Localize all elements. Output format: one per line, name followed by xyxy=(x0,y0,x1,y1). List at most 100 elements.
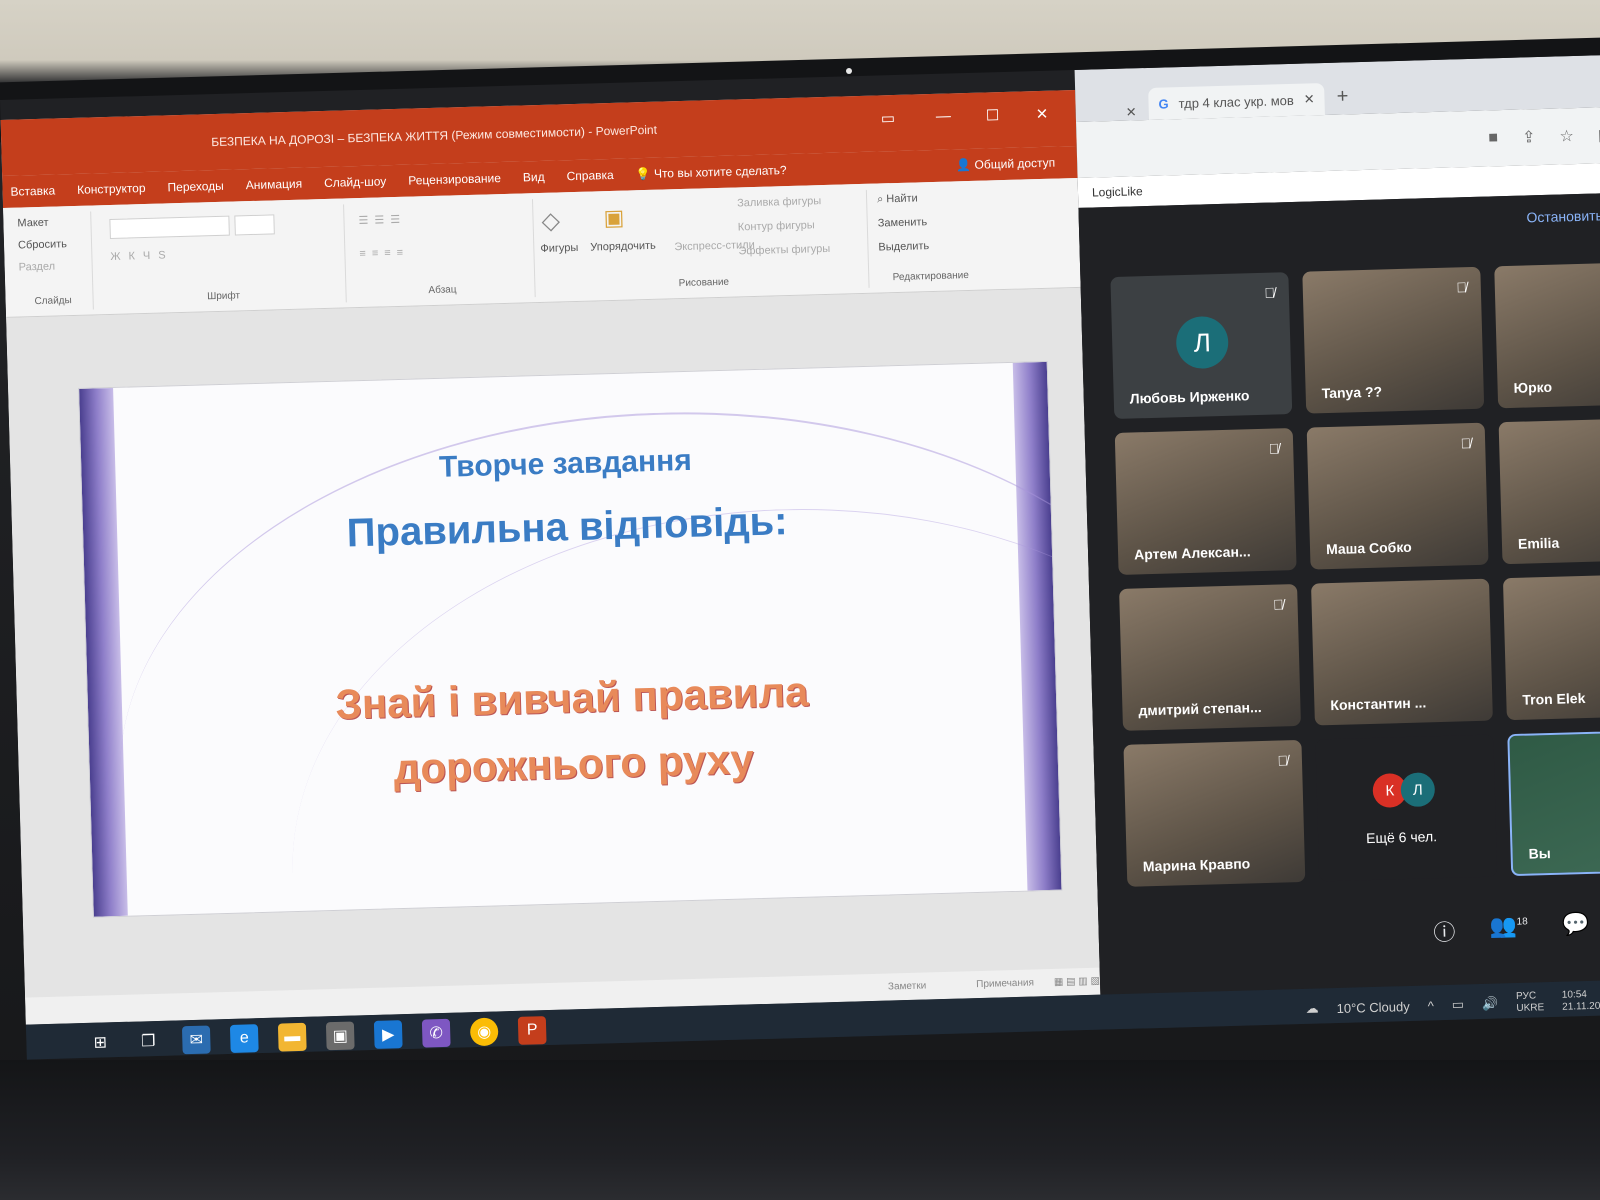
mic-off-icon: 🎙̸ xyxy=(1272,596,1284,613)
network-icon[interactable]: ▭ xyxy=(1452,996,1465,1012)
task-view-icon[interactable]: ❐ xyxy=(134,1027,163,1056)
mic-off-icon: 🎙̸ xyxy=(1264,284,1276,301)
explorer-icon[interactable]: ▬ xyxy=(277,1022,307,1052)
drawing-group: ◇ Фигуры ▣ Упорядочить Экспресс-стили За… xyxy=(536,189,870,298)
windows-start-icon[interactable]: ⊞ xyxy=(86,1028,115,1057)
align-icon[interactable]: ≡≡≡≡ xyxy=(359,247,409,260)
font-size-box[interactable] xyxy=(234,214,275,236)
participant-tile[interactable]: 🎙̸ Артем Алексан... xyxy=(1114,428,1297,575)
clock[interactable]: 10:54 21.11.202 xyxy=(1562,989,1600,1014)
bookmark-logiclike[interactable]: LogicLike xyxy=(1092,184,1143,199)
self-tile[interactable]: Вы xyxy=(1507,729,1600,877)
participant-tile[interactable]: 🎙̸ Tanya ?? xyxy=(1302,266,1485,414)
participant-tile[interactable]: Юрко xyxy=(1494,261,1600,409)
star-icon[interactable]: ☆ xyxy=(1559,126,1574,146)
new-tab-button[interactable]: + xyxy=(1336,85,1348,114)
weather-text[interactable]: 10°C Cloudy xyxy=(1336,998,1410,1015)
close-icon[interactable]: ✕ xyxy=(1036,105,1049,123)
tab-review[interactable]: Рецензирование xyxy=(408,171,501,188)
participant-tile[interactable]: 🎙̸ дмитрий степан... xyxy=(1119,583,1301,731)
camera-icon[interactable]: ■ xyxy=(1488,129,1498,147)
app-icon[interactable]: ▶ xyxy=(373,1020,403,1049)
current-slide[interactable]: Творче завдання Правильна відповідь: Зна… xyxy=(78,360,1063,918)
participant-tile[interactable]: Константин ... xyxy=(1311,578,1493,726)
ppt-window-title: БЕЗПЕКА НА ДОРОЗІ – БЕЗПЕКА ЖИТТЯ (Режим… xyxy=(211,122,658,150)
find-button[interactable]: ⌕ Найти xyxy=(877,192,918,206)
shape-effects-button[interactable]: Эффекты фигуры xyxy=(738,243,830,258)
tab-view[interactable]: Вид xyxy=(523,170,545,185)
lang-indicator[interactable]: РУС UKRE xyxy=(1516,990,1544,1015)
participant-tile[interactable]: 🎙̸ Марина Кравпо xyxy=(1123,739,1306,887)
tell-me-box[interactable]: 💡 Что вы хотите сделать? xyxy=(635,163,786,181)
tab-help[interactable]: Справка xyxy=(566,168,613,183)
more-participants-tile[interactable]: К Л Ещё 6 чел. xyxy=(1315,734,1498,882)
more-participants-label: Ещё 6 чел. xyxy=(1365,828,1438,847)
replace-button[interactable]: Заменить xyxy=(878,216,928,229)
slide-editor[interactable]: Творче завдання Правильна відповідь: Зна… xyxy=(6,287,1100,998)
font-name-box[interactable] xyxy=(109,215,230,239)
viber-icon[interactable]: ✆ xyxy=(421,1018,451,1048)
participant-tile[interactable]: Л 🎙̸ Любовь Ирженко xyxy=(1110,272,1293,420)
volume-icon[interactable]: 🔊 xyxy=(1482,996,1499,1012)
arrange-icon: ▣ xyxy=(603,204,625,231)
minimize-icon[interactable]: — xyxy=(936,107,951,124)
close-tab-icon[interactable]: ✕ xyxy=(1126,104,1137,120)
participant-name: Вы xyxy=(1528,844,1551,862)
mic-off-icon: 🎙̸ xyxy=(1277,752,1289,769)
lightbulb-icon: 💡 xyxy=(635,166,651,182)
shape-fill-button[interactable]: Заливка фигуры xyxy=(737,195,821,209)
mic-off-icon: 🎙̸ xyxy=(1456,279,1468,296)
view-icons[interactable]: ▦ ▤ ▥ ▧ xyxy=(1054,976,1100,988)
paragraph-group: ☰☰☰ ≡≡≡≡ Абзац xyxy=(348,199,536,303)
tab-slideshow[interactable]: Слайд-шоу xyxy=(324,174,387,190)
notes-button[interactable]: Заметки xyxy=(888,980,927,992)
tab-animations[interactable]: Анимация xyxy=(246,177,303,193)
tab-transitions[interactable]: Переходы xyxy=(167,179,224,195)
chat-icon[interactable]: 💬 xyxy=(1561,911,1589,944)
mail-icon[interactable]: ✉ xyxy=(181,1025,211,1055)
tray-chevron-icon[interactable]: ^ xyxy=(1427,998,1434,1013)
cloud-icon: ☁ xyxy=(1305,1000,1319,1016)
powerpoint-window: БЕЗПЕКА НА ДОРОЗІ – БЕЗПЕКА ЖИТТЯ (Режим… xyxy=(0,89,1101,1025)
layout-button[interactable]: Макет xyxy=(17,217,48,230)
photo-stage: БЕЗПЕКА НА ДОРОЗІ – БЕЗПЕКА ЖИТТЯ (Режим… xyxy=(0,0,1600,1200)
participant-tile[interactable]: Tron Elek xyxy=(1502,573,1600,721)
drawing-group-label: Рисование xyxy=(678,276,730,290)
select-button[interactable]: Выделить xyxy=(878,240,929,253)
stop-presenting-link[interactable]: Остановить xyxy=(1526,207,1600,225)
edge-icon[interactable]: e xyxy=(229,1024,259,1053)
store-icon[interactable]: ▣ xyxy=(325,1021,355,1051)
tab-title: тдр 4 клас укр. мов xyxy=(1178,92,1295,111)
reset-button[interactable]: Сбросить xyxy=(18,238,67,251)
shape-outline-button[interactable]: Контур фигуры xyxy=(738,219,815,233)
ribbon-display-icon[interactable]: ▭ xyxy=(881,109,896,127)
section-button[interactable]: Раздел xyxy=(19,261,56,274)
comments-button[interactable]: Примечания xyxy=(976,977,1034,990)
participant-tile[interactable]: 🎙̸ Маша Собко xyxy=(1306,422,1489,570)
browser-window: ✕ G тдр 4 клас укр. мов ✕ + ■ ⇪ ☆ ▯ Logi… xyxy=(1074,54,1600,995)
tab-insert[interactable]: Вставка xyxy=(10,183,55,198)
bullets-icon[interactable]: ☰☰☰ xyxy=(358,213,406,227)
powerpoint-icon[interactable]: P xyxy=(517,1016,547,1045)
browser-tab[interactable]: G тдр 4 клас укр. мов ✕ xyxy=(1148,83,1326,120)
maximize-icon[interactable]: ☐ xyxy=(986,106,1000,124)
people-icon[interactable]: 👥18 xyxy=(1489,913,1528,946)
participant-tile[interactable]: Emilia xyxy=(1498,417,1600,565)
mic-off-icon: 🎙̸ xyxy=(1268,440,1280,457)
chrome-icon[interactable]: ◉ xyxy=(469,1017,499,1047)
tab-design[interactable]: Конструктор xyxy=(77,181,146,197)
participant-name: Tanya ?? xyxy=(1321,383,1383,402)
clock-date: 21.11.202 xyxy=(1562,1000,1600,1013)
share-button[interactable]: 👤 Общий доступ xyxy=(956,156,1055,173)
participant-name: Маша Собко xyxy=(1325,538,1412,558)
editing-group-label: Редактирование xyxy=(892,270,970,284)
info-icon[interactable]: ⓘ xyxy=(1433,915,1456,948)
slides-group: Макет Сбросить Раздел Слайды xyxy=(11,211,94,312)
tab-close-icon[interactable]: ✕ xyxy=(1304,91,1315,107)
meet-grid: Остановить Л 🎙̸ Любовь Ирженко 🎙̸ Tanya … xyxy=(1078,192,1600,995)
laptop-screen: БЕЗПЕКА НА ДОРОЗІ – БЕЗПЕКА ЖИТТЯ (Режим… xyxy=(0,54,1600,1060)
share-page-icon[interactable]: ⇪ xyxy=(1522,127,1536,147)
font-group-label: Шрифт xyxy=(206,290,241,303)
shapes-button[interactable]: Фигуры xyxy=(540,242,578,255)
arrange-button[interactable]: Упорядочить xyxy=(590,240,656,254)
